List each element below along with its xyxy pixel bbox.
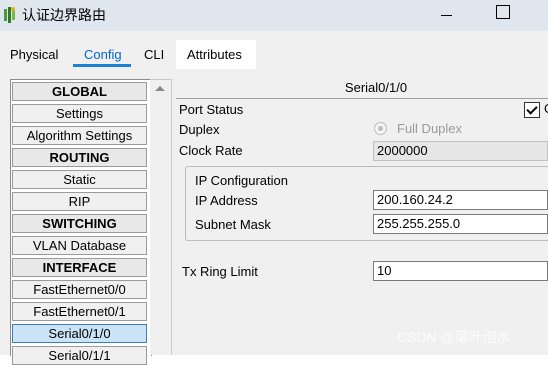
- nav-header-switching: SWITCHING: [12, 214, 147, 233]
- duplex-label: Duplex: [179, 122, 220, 137]
- nav-item-serial0-1-1[interactable]: Serial0/1/1: [12, 346, 147, 365]
- nav-item-algorithm-settings[interactable]: Algorithm Settings: [12, 126, 147, 145]
- tab-config-underline: [73, 64, 131, 67]
- subnet-mask-label: Subnet Mask: [195, 217, 271, 232]
- nav-item-rip[interactable]: RIP: [12, 192, 147, 211]
- tab-attributes[interactable]: Attributes: [187, 47, 242, 62]
- minimize-icon[interactable]: [439, 5, 455, 23]
- clock-rate-label: Clock Rate: [179, 143, 243, 158]
- port-status-label: Port Status: [179, 102, 244, 117]
- port-status-on-label: O: [544, 101, 548, 116]
- window-title: 认证边界路由: [22, 7, 106, 23]
- tab-cli[interactable]: CLI: [144, 47, 164, 62]
- full-duplex-radio[interactable]: [374, 122, 387, 135]
- subnet-mask-input[interactable]: 255.255.255.0: [373, 214, 548, 234]
- tx-ring-limit-input[interactable]: 10: [373, 261, 548, 281]
- nav-header-routing: ROUTING: [12, 148, 147, 167]
- nav-item-settings[interactable]: Settings: [12, 104, 147, 123]
- ip-configuration-label: IP Configuration: [195, 173, 288, 188]
- ip-address-label: IP Address: [195, 193, 258, 208]
- nav-item-fastethernet0-0[interactable]: FastEthernet0/0: [12, 280, 147, 299]
- title-bar: 认证边界路由: [0, 0, 548, 31]
- nav-item-fastethernet0-1[interactable]: FastEthernet0/1: [12, 302, 147, 321]
- full-duplex-label: Full Duplex: [397, 121, 463, 136]
- tab-physical[interactable]: Physical: [10, 47, 58, 62]
- nav-item-vlan-database[interactable]: VLAN Database: [12, 236, 147, 255]
- nav-scrollbar[interactable]: [150, 79, 172, 355]
- scroll-up-icon[interactable]: [155, 86, 165, 91]
- nav-header-interface: INTERFACE: [12, 258, 147, 277]
- tx-ring-limit-label: Tx Ring Limit: [182, 264, 258, 279]
- nav-item-serial0-1-0[interactable]: Serial0/1/0: [12, 324, 147, 343]
- tab-config[interactable]: Config: [84, 47, 122, 62]
- maximize-icon[interactable]: [496, 5, 510, 19]
- nav-header-global: GLOBAL: [12, 82, 147, 101]
- port-status-checkbox[interactable]: [524, 102, 540, 118]
- ip-address-input[interactable]: 200.160.24.2: [373, 190, 548, 210]
- panel-title: Serial0/1/0: [344, 80, 408, 95]
- watermark: CSDN @落叶泡水: [397, 329, 511, 345]
- nav-item-static[interactable]: Static: [12, 170, 147, 189]
- clock-rate-select[interactable]: 2000000: [373, 141, 548, 161]
- router-app-icon: [4, 7, 15, 23]
